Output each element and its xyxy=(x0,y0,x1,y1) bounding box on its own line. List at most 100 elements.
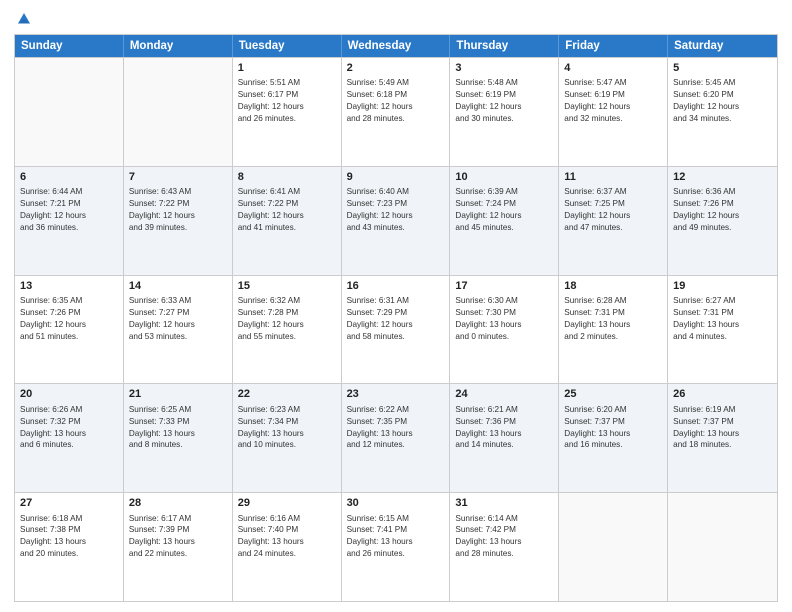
cal-cell-1-4: 2Sunrise: 5:49 AM Sunset: 6:18 PM Daylig… xyxy=(342,58,451,166)
logo xyxy=(14,10,34,28)
cell-text: Sunrise: 6:23 AM Sunset: 7:34 PM Dayligh… xyxy=(238,404,336,452)
cal-cell-2-3: 8Sunrise: 6:41 AM Sunset: 7:22 PM Daylig… xyxy=(233,167,342,275)
cal-cell-2-4: 9Sunrise: 6:40 AM Sunset: 7:23 PM Daylig… xyxy=(342,167,451,275)
cal-cell-2-7: 12Sunrise: 6:36 AM Sunset: 7:26 PM Dayli… xyxy=(668,167,777,275)
cell-text: Sunrise: 5:45 AM Sunset: 6:20 PM Dayligh… xyxy=(673,77,772,125)
cell-text: Sunrise: 6:21 AM Sunset: 7:36 PM Dayligh… xyxy=(455,404,553,452)
cal-cell-3-4: 16Sunrise: 6:31 AM Sunset: 7:29 PM Dayli… xyxy=(342,276,451,384)
cal-cell-1-1 xyxy=(15,58,124,166)
day-number: 18 xyxy=(564,279,662,294)
day-number: 24 xyxy=(455,387,553,402)
cal-cell-1-2 xyxy=(124,58,233,166)
cell-text: Sunrise: 6:28 AM Sunset: 7:31 PM Dayligh… xyxy=(564,295,662,343)
page: SundayMondayTuesdayWednesdayThursdayFrid… xyxy=(0,0,792,612)
day-number: 22 xyxy=(238,387,336,402)
cal-cell-5-4: 30Sunrise: 6:15 AM Sunset: 7:41 PM Dayli… xyxy=(342,493,451,601)
cal-cell-4-2: 21 Sunrise: 6:25 AM Sunset: 7:33 PM Dayli… xyxy=(124,384,233,492)
cal-cell-4-6: 25 Sunrise: 6:20 AM Sunset: 7:37 PM Dayli… xyxy=(559,384,668,492)
cell-text: Sunrise: 6:36 AM Sunset: 7:26 PM Dayligh… xyxy=(673,186,772,234)
cell-text: Sunrise: 5:47 AM Sunset: 6:19 PM Dayligh… xyxy=(564,77,662,125)
day-number: 7 xyxy=(129,170,227,185)
day-number: 5 xyxy=(673,61,772,76)
cell-text: Sunrise: 6:43 AM Sunset: 7:22 PM Dayligh… xyxy=(129,186,227,234)
cal-header-friday: Friday xyxy=(559,35,668,57)
cell-text: Sunrise: 6:39 AM Sunset: 7:24 PM Dayligh… xyxy=(455,186,553,234)
day-number: 28 xyxy=(129,496,227,511)
cal-cell-1-5: 3Sunrise: 5:48 AM Sunset: 6:19 PM Daylig… xyxy=(450,58,559,166)
cal-header-wednesday: Wednesday xyxy=(342,35,451,57)
day-number: 21 xyxy=(129,387,227,402)
day-number: 3 xyxy=(455,61,553,76)
day-number: 26 xyxy=(673,387,772,402)
cal-cell-3-5: 17Sunrise: 6:30 AM Sunset: 7:30 PM Dayli… xyxy=(450,276,559,384)
day-number: 14 xyxy=(129,279,227,294)
cell-text: Sunrise: 6:19 AM Sunset: 7:37 PM Dayligh… xyxy=(673,404,772,452)
day-number: 6 xyxy=(20,170,118,185)
cell-text: Sunrise: 6:30 AM Sunset: 7:30 PM Dayligh… xyxy=(455,295,553,343)
cell-text: Sunrise: 6:32 AM Sunset: 7:28 PM Dayligh… xyxy=(238,295,336,343)
cell-text: Sunrise: 5:51 AM Sunset: 6:17 PM Dayligh… xyxy=(238,77,336,125)
cal-cell-4-3: 22 Sunrise: 6:23 AM Sunset: 7:34 PM Dayli… xyxy=(233,384,342,492)
cal-cell-5-7 xyxy=(668,493,777,601)
cell-text: Sunrise: 6:27 AM Sunset: 7:31 PM Dayligh… xyxy=(673,295,772,343)
cell-text: Sunrise: 6:41 AM Sunset: 7:22 PM Dayligh… xyxy=(238,186,336,234)
day-number: 23 xyxy=(347,387,445,402)
day-number: 31 xyxy=(455,496,553,511)
cal-cell-2-1: 6Sunrise: 6:44 AM Sunset: 7:21 PM Daylig… xyxy=(15,167,124,275)
cal-week-1: 1Sunrise: 5:51 AM Sunset: 6:17 PM Daylig… xyxy=(15,57,777,166)
cell-text: Sunrise: 6:17 AM Sunset: 7:39 PM Dayligh… xyxy=(129,513,227,561)
cell-text: Sunrise: 5:49 AM Sunset: 6:18 PM Dayligh… xyxy=(347,77,445,125)
cell-text: Sunrise: 6:31 AM Sunset: 7:29 PM Dayligh… xyxy=(347,295,445,343)
logo-icon xyxy=(15,10,33,28)
day-number: 25 xyxy=(564,387,662,402)
cell-text: Sunrise: 6:14 AM Sunset: 7:42 PM Dayligh… xyxy=(455,513,553,561)
cal-cell-2-5: 10Sunrise: 6:39 AM Sunset: 7:24 PM Dayli… xyxy=(450,167,559,275)
day-number: 8 xyxy=(238,170,336,185)
cal-week-4: 20Sunrise: 6:26 AM Sunset: 7:32 PM Dayli… xyxy=(15,383,777,492)
cell-text: Sunrise: 6:16 AM Sunset: 7:40 PM Dayligh… xyxy=(238,513,336,561)
calendar: SundayMondayTuesdayWednesdayThursdayFrid… xyxy=(14,34,778,602)
day-number: 1 xyxy=(238,61,336,76)
cal-cell-4-5: 24 Sunrise: 6:21 AM Sunset: 7:36 PM Dayli… xyxy=(450,384,559,492)
cal-header-thursday: Thursday xyxy=(450,35,559,57)
cell-text: Sunrise: 6:44 AM Sunset: 7:21 PM Dayligh… xyxy=(20,186,118,234)
cal-header-monday: Monday xyxy=(124,35,233,57)
cal-cell-3-1: 13Sunrise: 6:35 AM Sunset: 7:26 PM Dayli… xyxy=(15,276,124,384)
cell-text: Sunrise: 6:18 AM Sunset: 7:38 PM Dayligh… xyxy=(20,513,118,561)
day-number: 13 xyxy=(20,279,118,294)
cal-cell-3-2: 14Sunrise: 6:33 AM Sunset: 7:27 PM Dayli… xyxy=(124,276,233,384)
cell-text: Sunrise: 6:33 AM Sunset: 7:27 PM Dayligh… xyxy=(129,295,227,343)
cell-text: Sunrise: 6:35 AM Sunset: 7:26 PM Dayligh… xyxy=(20,295,118,343)
cal-header-saturday: Saturday xyxy=(668,35,777,57)
day-number: 4 xyxy=(564,61,662,76)
day-number: 2 xyxy=(347,61,445,76)
cell-text: Sunrise: 6:22 AM Sunset: 7:35 PM Dayligh… xyxy=(347,404,445,452)
cal-cell-4-4: 23 Sunrise: 6:22 AM Sunset: 7:35 PM Dayli… xyxy=(342,384,451,492)
cal-cell-4-7: 26 Sunrise: 6:19 AM Sunset: 7:37 PM Dayli… xyxy=(668,384,777,492)
day-number: 12 xyxy=(673,170,772,185)
cal-cell-1-6: 4Sunrise: 5:47 AM Sunset: 6:19 PM Daylig… xyxy=(559,58,668,166)
calendar-header-row: SundayMondayTuesdayWednesdayThursdayFrid… xyxy=(15,35,777,57)
cal-cell-1-7: 5Sunrise: 5:45 AM Sunset: 6:20 PM Daylig… xyxy=(668,58,777,166)
cell-text: Sunrise: 6:25 AM Sunset: 7:33 PM Dayligh… xyxy=(129,404,227,452)
header xyxy=(14,10,778,28)
cal-cell-2-6: 11Sunrise: 6:37 AM Sunset: 7:25 PM Dayli… xyxy=(559,167,668,275)
cell-text: Sunrise: 5:48 AM Sunset: 6:19 PM Dayligh… xyxy=(455,77,553,125)
cal-cell-5-1: 27Sunrise: 6:18 AM Sunset: 7:38 PM Dayli… xyxy=(15,493,124,601)
cell-text: Sunrise: 6:20 AM Sunset: 7:37 PM Dayligh… xyxy=(564,404,662,452)
day-number: 29 xyxy=(238,496,336,511)
day-number: 16 xyxy=(347,279,445,294)
cell-text: Sunrise: 6:15 AM Sunset: 7:41 PM Dayligh… xyxy=(347,513,445,561)
day-number: 19 xyxy=(673,279,772,294)
calendar-body: 1Sunrise: 5:51 AM Sunset: 6:17 PM Daylig… xyxy=(15,57,777,601)
day-number: 11 xyxy=(564,170,662,185)
cal-week-2: 6Sunrise: 6:44 AM Sunset: 7:21 PM Daylig… xyxy=(15,166,777,275)
cal-header-sunday: Sunday xyxy=(15,35,124,57)
cal-header-tuesday: Tuesday xyxy=(233,35,342,57)
cal-cell-5-6 xyxy=(559,493,668,601)
cal-week-5: 27Sunrise: 6:18 AM Sunset: 7:38 PM Dayli… xyxy=(15,492,777,601)
cal-cell-3-3: 15Sunrise: 6:32 AM Sunset: 7:28 PM Dayli… xyxy=(233,276,342,384)
cell-text: Sunrise: 6:26 AM Sunset: 7:32 PM Dayligh… xyxy=(20,404,118,452)
cell-text: Sunrise: 6:37 AM Sunset: 7:25 PM Dayligh… xyxy=(564,186,662,234)
day-number: 15 xyxy=(238,279,336,294)
